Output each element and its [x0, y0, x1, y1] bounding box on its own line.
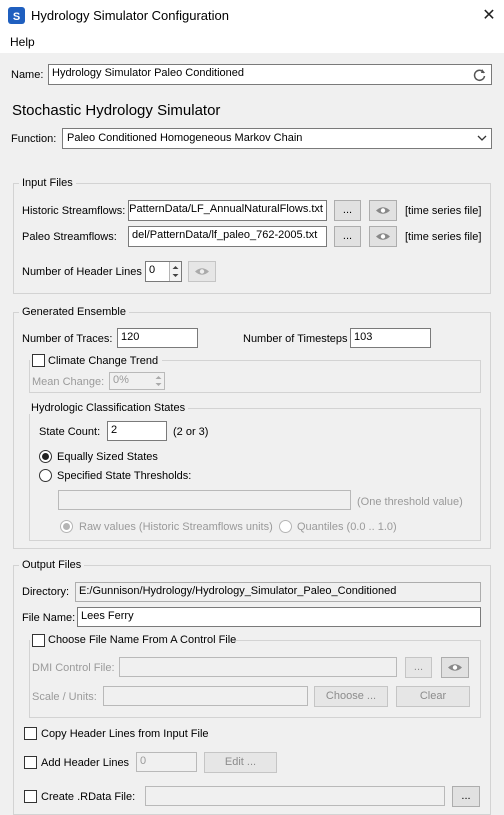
control-file-checkbox[interactable] [32, 634, 45, 647]
name-value: Hydrology Simulator Paleo Conditioned [52, 67, 244, 79]
spinner-arrows[interactable] [169, 262, 181, 281]
dmi-view-button[interactable] [441, 657, 469, 678]
edit-button[interactable]: Edit ... [204, 752, 277, 773]
thresholds-field[interactable] [58, 490, 351, 510]
window-title: Hydrology Simulator Configuration [31, 8, 229, 23]
traces-label: Number of Traces: [22, 333, 113, 345]
rdata-field[interactable] [145, 786, 445, 806]
paleo-view-button[interactable] [369, 226, 397, 247]
function-select[interactable]: Paleo Conditioned Homogeneous Markov Cha… [62, 128, 492, 149]
traces-value: 120 [121, 331, 140, 343]
add-header-field[interactable]: 0 [136, 752, 197, 772]
control-file-label: Choose File Name From A Control File [48, 634, 237, 646]
mean-change-spinner[interactable]: 0% [109, 372, 165, 390]
rdata-checkbox[interactable] [24, 790, 37, 803]
quantiles-radio[interactable] [279, 520, 292, 533]
equally-sized-radio[interactable] [39, 450, 52, 463]
quantiles-label: Quantiles (0.0 .. 1.0) [297, 521, 397, 533]
filename-value: Lees Ferry [81, 610, 134, 622]
raw-values-label: Raw values (Historic Streamflows units) [79, 521, 273, 533]
app-logo-icon: S [8, 7, 25, 24]
dmi-label: DMI Control File: [32, 662, 115, 674]
eye-icon [376, 233, 390, 240]
add-header-label: Add Header Lines [41, 757, 130, 769]
climate-trend-checkbox[interactable] [32, 354, 45, 367]
mean-change-label: Mean Change: [32, 376, 105, 388]
eye-icon [195, 268, 209, 275]
mean-change-value: 0% [113, 374, 129, 386]
raw-values-radio[interactable] [60, 520, 73, 533]
timesteps-label: Number of Timesteps [243, 333, 348, 345]
eye-icon [376, 207, 390, 214]
svg-text:S: S [13, 11, 20, 23]
name-field[interactable]: Hydrology Simulator Paleo Conditioned [48, 64, 492, 85]
historic-view-button[interactable] [369, 200, 397, 221]
state-count-field[interactable]: 2 [107, 421, 167, 441]
specified-thresholds-radio[interactable] [39, 469, 52, 482]
copy-header-label: Copy Header Lines from Input File [41, 728, 209, 740]
scale-label: Scale / Units: [32, 691, 97, 703]
page-title: Stochastic Hydrology Simulator [12, 102, 221, 119]
rdata-label: Create .RData File: [41, 791, 136, 803]
menu-help[interactable]: Help [10, 35, 35, 49]
name-label: Name: [11, 69, 44, 81]
state-count-value: 2 [111, 424, 118, 436]
function-value: Paleo Conditioned Homogeneous Markov Cha… [67, 132, 303, 144]
traces-field[interactable]: 120 [117, 328, 198, 348]
rdata-browse-button[interactable]: ... [452, 786, 480, 807]
function-label: Function: [11, 133, 57, 145]
header-lines-label: Number of Header Lines [22, 266, 142, 278]
directory-field[interactable]: E:/Gunnison/Hydrology/Hydrology_Simulato… [75, 582, 481, 602]
historic-value: PatternData/LF_AnnualNaturalFlows.txt [129, 203, 323, 215]
paleo-value: del/PatternData/lf_paleo_762-2005.txt [132, 229, 318, 241]
output-files-title: Output Files [19, 559, 85, 571]
threshold-hint: (One threshold value) [357, 496, 463, 508]
ensemble-title: Generated Ensemble [19, 306, 129, 318]
state-count-label: State Count: [39, 426, 101, 438]
paleo-browse-button[interactable]: ... [334, 226, 361, 247]
menu-bar [0, 31, 504, 53]
add-header-value: 0 [140, 755, 147, 767]
directory-value: E:/Gunnison/Hydrology/Hydrology_Simulato… [79, 585, 397, 597]
historic-browse-button[interactable]: ... [334, 200, 361, 221]
dmi-browse-button[interactable]: ... [405, 657, 432, 678]
filename-field[interactable]: Lees Ferry [77, 607, 481, 627]
paleo-field[interactable]: del/PatternData/lf_paleo_762-2005.txt [128, 226, 327, 247]
paleo-label: Paleo Streamflows: [22, 231, 117, 243]
header-lines-value: 0 [149, 264, 156, 276]
copy-header-checkbox[interactable] [24, 727, 37, 740]
state-count-hint: (2 or 3) [173, 426, 209, 438]
close-icon[interactable]: ✕ [480, 5, 498, 25]
timesteps-value: 103 [354, 331, 373, 343]
climate-trend-label: Climate Change Trend [48, 355, 159, 367]
spinner-arrow-icon [155, 376, 162, 386]
header-lines-spinner[interactable]: 0 [145, 261, 182, 282]
scale-field[interactable] [103, 686, 308, 706]
header-lines-view-button[interactable] [188, 261, 216, 282]
choose-button[interactable]: Choose ... [314, 686, 388, 707]
timesteps-field[interactable]: 103 [350, 328, 431, 348]
classification-title: Hydrologic Classification States [28, 402, 189, 414]
add-header-checkbox[interactable] [24, 756, 37, 769]
eye-icon [448, 664, 462, 671]
historic-label: Historic Streamflows: [22, 205, 126, 217]
historic-type-hint: [time series file] [405, 205, 482, 217]
equally-sized-label: Equally Sized States [57, 451, 158, 463]
input-files-title: Input Files [19, 177, 76, 189]
specified-thresholds-label: Specified State Thresholds: [57, 470, 192, 482]
paleo-type-hint: [time series file] [405, 231, 482, 243]
refresh-icon[interactable] [472, 67, 487, 82]
directory-label: Directory: [22, 586, 70, 598]
chevron-down-icon[interactable] [477, 134, 487, 142]
historic-field[interactable]: PatternData/LF_AnnualNaturalFlows.txt [128, 200, 327, 221]
filename-label: File Name: [22, 612, 76, 624]
clear-button[interactable]: Clear [396, 686, 470, 707]
dmi-field[interactable] [119, 657, 397, 677]
spinner-arrow-icon [172, 266, 179, 277]
